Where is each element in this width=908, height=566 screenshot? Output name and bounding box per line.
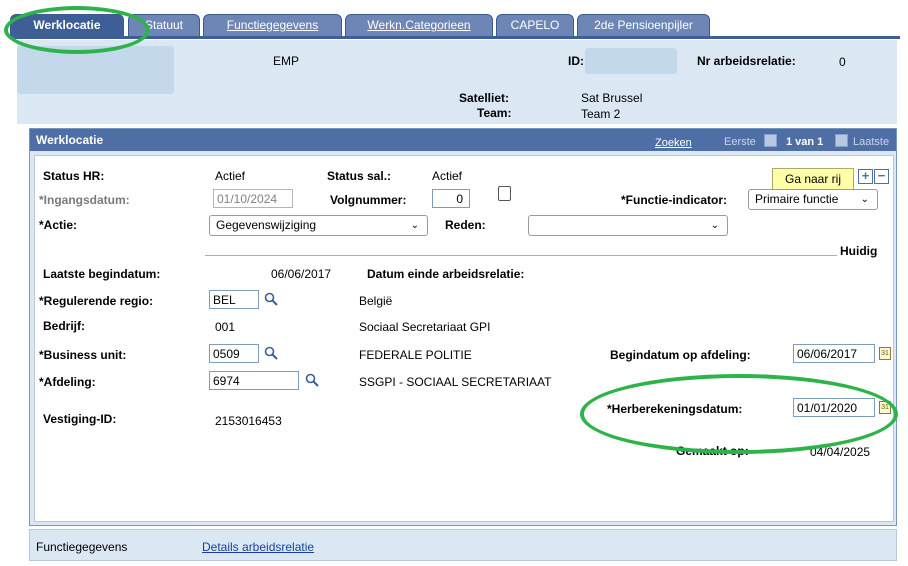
calendar-icon[interactable]: 31: [879, 347, 891, 360]
regio-description: België: [359, 294, 393, 308]
bedrijf-value: 001: [215, 320, 236, 334]
delete-row-button[interactable]: −: [874, 169, 889, 184]
satelliet-value: Sat Brussel: [581, 91, 643, 105]
laatste-begindatum-label: Laatste begindatum:: [43, 267, 161, 281]
row-counter: 1 van 1: [786, 136, 824, 148]
divider: [205, 255, 837, 256]
laatste-label[interactable]: Laatste: [853, 136, 889, 148]
chevron-down-icon: ⌄: [710, 220, 719, 231]
employee-header: EMP ID: Nr arbeidsrelatie: 0 Satelliet: …: [17, 40, 897, 124]
tab-werkn-categorieen[interactable]: Werkn.Categorieen: [345, 14, 493, 36]
search-icon[interactable]: [263, 345, 279, 361]
satelliet-label: Satelliet:: [459, 91, 510, 105]
ingangsdatum-label: *Ingangsdatum:: [39, 193, 130, 207]
details-arbeidsrelatie-link[interactable]: Details arbeidsrelatie: [202, 540, 314, 554]
actie-select[interactable]: Gegevenswijziging ⌄: [209, 215, 428, 236]
vestiging-id-value: 2153016453: [215, 414, 282, 428]
team-label: Team:: [477, 106, 512, 120]
datum-einde-label: Datum einde arbeidsrelatie:: [367, 267, 525, 281]
chevron-down-icon: ⌄: [410, 220, 419, 231]
volgnummer-field[interactable]: 0: [432, 189, 470, 208]
team-value: Team 2: [581, 107, 621, 121]
emp-label: EMP: [273, 54, 300, 68]
bedrijf-label: Bedrijf:: [43, 319, 85, 333]
business-unit-field[interactable]: 0509: [209, 344, 259, 363]
status-sal-value: Actief: [432, 169, 463, 183]
chevron-down-icon: ⌄: [860, 194, 869, 205]
reden-select[interactable]: ⌄: [528, 215, 728, 236]
afdeling-field[interactable]: 6974: [209, 371, 299, 390]
tab-capelo[interactable]: CAPELO: [496, 14, 574, 36]
status-hr-label: Status HR:: [43, 169, 105, 183]
laatste-begindatum-value: 06/06/2017: [271, 267, 332, 281]
redacted-id: [585, 48, 677, 74]
regio-field[interactable]: BEL: [209, 290, 259, 309]
zoeken-link[interactable]: Zoeken: [655, 137, 692, 149]
business-unit-label: *Business unit:: [39, 348, 127, 362]
volgnummer-label: Volgnummer:: [330, 193, 407, 207]
business-unit-description: FEDERALE POLITIE: [359, 348, 472, 362]
id-label: ID:: [568, 54, 584, 68]
functiegegevens-label: Functiegegevens: [36, 540, 128, 554]
highlight-ellipse-herberekeningsdatum: [580, 374, 898, 454]
nr-arbeidsrelatie-label: Nr arbeidsrelatie:: [697, 54, 796, 68]
highlight-ellipse-tab: [4, 6, 150, 54]
status-hr-value: Actief: [215, 169, 246, 183]
next-icon[interactable]: [835, 134, 848, 147]
huidig-label: Huidig: [840, 244, 878, 258]
werklocatie-panel: Werklocatie Zoeken Eerste 1 van 1 Laatst…: [29, 128, 897, 526]
functie-indicator-label: *Functie-indicator:: [621, 193, 728, 207]
begindatum-afdeling-label: Begindatum op afdeling:: [610, 348, 751, 362]
form-area: Status HR: Actief Status sal.: Actief Ga…: [34, 155, 894, 522]
ingangsdatum-field[interactable]: 01/10/2024: [213, 189, 293, 208]
reden-label: Reden:: [445, 218, 486, 232]
regio-label: *Regulerende regio:: [39, 294, 154, 308]
afdeling-label: *Afdeling:: [39, 375, 96, 389]
tab-2de-pensioenpijler[interactable]: 2de Pensioenpijler: [577, 14, 710, 36]
panel-title: Werklocatie: [36, 133, 104, 147]
functie-indicator-select[interactable]: Primaire functie ⌄: [748, 189, 878, 210]
checkbox[interactable]: [498, 186, 511, 201]
status-sal-label: Status sal.:: [327, 169, 392, 183]
bedrijf-description: Sociaal Secretariaat GPI: [359, 320, 491, 334]
actie-label: *Actie:: [39, 218, 78, 232]
previous-icon[interactable]: [764, 134, 777, 147]
search-icon[interactable]: [263, 291, 279, 307]
eerste-label[interactable]: Eerste: [724, 136, 756, 148]
search-icon[interactable]: [304, 372, 320, 388]
vestiging-id-label: Vestiging-ID:: [43, 412, 117, 426]
begindatum-afdeling-field[interactable]: 06/06/2017: [793, 344, 875, 363]
nr-arbeidsrelatie-value: 0: [839, 55, 846, 69]
footer-bar: Functiegegevens Details arbeidsrelatie: [29, 529, 897, 561]
tab-functiegegevens[interactable]: Functiegegevens: [203, 14, 342, 36]
panel-header: Werklocatie Zoeken Eerste 1 van 1 Laatst…: [30, 129, 896, 151]
ga-naar-rij-button[interactable]: Ga naar rij: [772, 168, 854, 191]
afdeling-description: SSGPI - SOCIAAL SECRETARIAAT: [359, 375, 552, 389]
add-row-button[interactable]: +: [858, 169, 873, 184]
